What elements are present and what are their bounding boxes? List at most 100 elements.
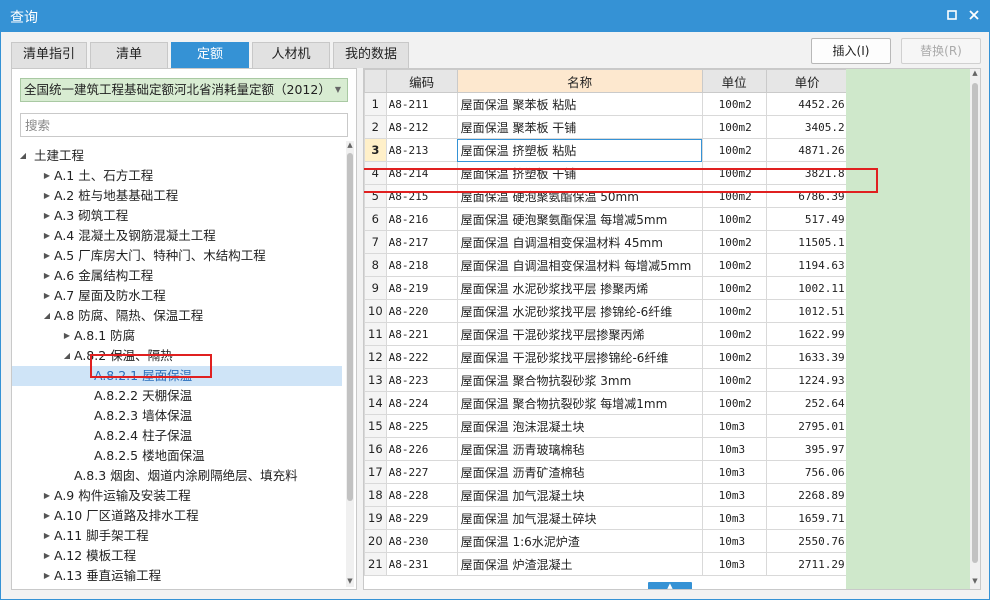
scroll-down-icon[interactable]: ▼ (970, 577, 980, 585)
cell-price[interactable]: 1633.39 (765, 345, 849, 369)
table-row[interactable]: 17 A8-227 屋面保温 沥青矿渣棉毡 10m3 756.06 (364, 460, 849, 484)
cell-name[interactable]: 屋面保温 挤塑板 粘贴 (456, 138, 703, 162)
cell-unit[interactable]: 100m2 (701, 161, 767, 185)
collapsed-arrow-icon[interactable]: ▶ (62, 326, 72, 346)
row-number[interactable]: 13 (364, 368, 387, 392)
table-row[interactable]: 18 A8-228 屋面保温 加气混凝土块 10m3 2268.89 (364, 483, 849, 507)
table-row[interactable]: 7 A8-217 屋面保温 自调温相变保温材料 45mm 100m2 11505.1 (364, 230, 849, 254)
splitter-grip-icon[interactable]: ▲ (648, 582, 692, 589)
table-row[interactable]: 3 A8-213 屋面保温 挤塑板 粘贴 100m2 4871.26 (364, 138, 849, 162)
cell-name[interactable]: 屋面保温 自调温相变保温材料 45mm (456, 230, 703, 254)
insert-button[interactable]: 插入(I) (811, 38, 891, 64)
tree-node[interactable]: A.8.2.3 墙体保温 (12, 406, 342, 426)
row-number[interactable]: 7 (364, 230, 387, 254)
cell-unit[interactable]: 100m2 (701, 368, 767, 392)
cell-name[interactable]: 屋面保温 水泥砂浆找平层 掺聚丙烯 (456, 276, 703, 300)
cell-price[interactable]: 6786.39 (765, 184, 849, 208)
tree-node[interactable]: ▶ A.4 混凝土及钢筋混凝土工程 (12, 226, 342, 246)
cell-unit[interactable]: 100m2 (701, 322, 767, 346)
cell-code[interactable]: A8-219 (385, 276, 458, 300)
row-number[interactable]: 19 (364, 506, 387, 530)
cell-unit[interactable]: 100m2 (701, 230, 767, 254)
cell-name[interactable]: 屋面保温 硬泡聚氨酯保温 50mm (456, 184, 703, 208)
cell-price[interactable]: 4452.26 (765, 92, 849, 116)
collapsed-arrow-icon[interactable]: ▶ (42, 206, 52, 226)
cell-name[interactable]: 屋面保温 挤塑板 干铺 (456, 161, 703, 185)
col-name-header[interactable]: 名称 (456, 69, 703, 93)
row-number[interactable]: 2 (364, 115, 387, 139)
collapsed-arrow-icon[interactable]: ▶ (42, 486, 52, 506)
tree-node[interactable]: ▶ A.7 屋面及防水工程 (12, 286, 342, 306)
table-row[interactable]: 16 A8-226 屋面保温 沥青玻璃棉毡 10m3 395.97 (364, 437, 849, 461)
cell-unit[interactable]: 100m2 (701, 207, 767, 231)
collapsed-arrow-icon[interactable]: ▶ (42, 166, 52, 186)
collapsed-arrow-icon[interactable]: ▶ (42, 186, 52, 206)
cell-unit[interactable]: 10m3 (701, 414, 767, 438)
row-number[interactable]: 9 (364, 276, 387, 300)
collapsed-arrow-icon[interactable]: ▶ (42, 566, 52, 583)
collapsed-arrow-icon[interactable]: ▶ (42, 526, 52, 546)
cell-price[interactable]: 4871.26 (765, 138, 849, 162)
cell-code[interactable]: A8-227 (385, 460, 458, 484)
scroll-up-icon[interactable]: ▲ (346, 141, 354, 149)
cell-name[interactable]: 屋面保温 聚苯板 粘贴 (456, 92, 703, 116)
cell-code[interactable]: A8-230 (385, 529, 458, 553)
tree-node[interactable]: ▶ A.9 构件运输及安装工程 (12, 486, 342, 506)
table-row[interactable]: 20 A8-230 屋面保温 1:6水泥炉渣 10m3 2550.76 (364, 529, 849, 553)
cell-price[interactable]: 2711.29 (765, 552, 849, 576)
grid-scrollbar[interactable]: ▲ ▼ (970, 69, 980, 589)
cell-unit[interactable]: 10m3 (701, 460, 767, 484)
cell-code[interactable]: A8-212 (385, 115, 458, 139)
cell-name[interactable]: 屋面保温 水泥砂浆找平层 掺锦纶-6纤维 (456, 299, 703, 323)
cell-price[interactable]: 1002.11 (765, 276, 849, 300)
cell-price[interactable]: 517.49 (765, 207, 849, 231)
cell-price[interactable]: 2268.89 (765, 483, 849, 507)
row-number[interactable]: 3 (364, 138, 387, 162)
cell-price[interactable]: 252.64 (765, 391, 849, 415)
cell-name[interactable]: 屋面保温 1:6水泥炉渣 (456, 529, 703, 553)
col-price-header[interactable]: 单价 (765, 69, 849, 93)
cell-price[interactable]: 11505.1 (765, 230, 849, 254)
cell-code[interactable]: A8-223 (385, 368, 458, 392)
row-number[interactable]: 16 (364, 437, 387, 461)
cell-code[interactable]: A8-215 (385, 184, 458, 208)
collapsed-arrow-icon[interactable]: ▶ (42, 506, 52, 526)
cell-unit[interactable]: 100m2 (701, 299, 767, 323)
cell-code[interactable]: A8-231 (385, 552, 458, 576)
table-row[interactable]: 19 A8-229 屋面保温 加气混凝土碎块 10m3 1659.71 (364, 506, 849, 530)
cell-name[interactable]: 屋面保温 干混砂浆找平层掺聚丙烯 (456, 322, 703, 346)
collapsed-arrow-icon[interactable]: ▶ (42, 226, 52, 246)
cell-name[interactable]: 屋面保温 聚合物抗裂砂浆 3mm (456, 368, 703, 392)
table-row[interactable]: 13 A8-223 屋面保温 聚合物抗裂砂浆 3mm 100m2 1224.93 (364, 368, 849, 392)
tree-node[interactable]: ▶ A.1 土、石方工程 (12, 166, 342, 186)
cell-code[interactable]: A8-224 (385, 391, 458, 415)
cell-unit[interactable]: 10m3 (701, 529, 767, 553)
cell-code[interactable]: A8-211 (385, 92, 458, 116)
replace-button[interactable]: 替换(R) (901, 38, 981, 64)
cell-name[interactable]: 屋面保温 沥青玻璃棉毡 (456, 437, 703, 461)
tree-node[interactable]: ▶ A.2 桩与地基基础工程 (12, 186, 342, 206)
cell-name[interactable]: 屋面保温 加气混凝土碎块 (456, 506, 703, 530)
tab-bill-guide[interactable]: 清单指引 (11, 42, 87, 68)
row-number[interactable]: 5 (364, 184, 387, 208)
row-number[interactable]: 17 (364, 460, 387, 484)
search-input[interactable] (20, 113, 348, 137)
cell-unit[interactable]: 10m3 (701, 437, 767, 461)
tree-node[interactable]: A.8.2.4 柱子保温 (12, 426, 342, 446)
table-row[interactable]: 1 A8-211 屋面保温 聚苯板 粘贴 100m2 4452.26 (364, 92, 849, 116)
tree-node[interactable]: A.8.2.5 楼地面保温 (12, 446, 342, 466)
cell-code[interactable]: A8-216 (385, 207, 458, 231)
col-unit-header[interactable]: 单位 (701, 69, 767, 93)
tree-node[interactable]: ▶ A.3 砌筑工程 (12, 206, 342, 226)
quota-library-select[interactable]: 全国统一建筑工程基础定额河北省消耗量定额（2012） ▼ (20, 78, 348, 102)
cell-code[interactable]: A8-229 (385, 506, 458, 530)
tree-node[interactable]: A.8.3 烟囱、烟道内涂刷隔绝层、填充料 (12, 466, 342, 486)
collapsed-arrow-icon[interactable]: ▶ (42, 266, 52, 286)
cell-code[interactable]: A8-213 (385, 138, 458, 162)
row-number[interactable]: 6 (364, 207, 387, 231)
cell-price[interactable]: 1224.93 (765, 368, 849, 392)
cell-unit[interactable]: 100m2 (701, 253, 767, 277)
collapsed-arrow-icon[interactable]: ▶ (42, 246, 52, 266)
cell-unit[interactable]: 10m3 (701, 483, 767, 507)
collapsed-arrow-icon[interactable]: ▶ (42, 286, 52, 306)
